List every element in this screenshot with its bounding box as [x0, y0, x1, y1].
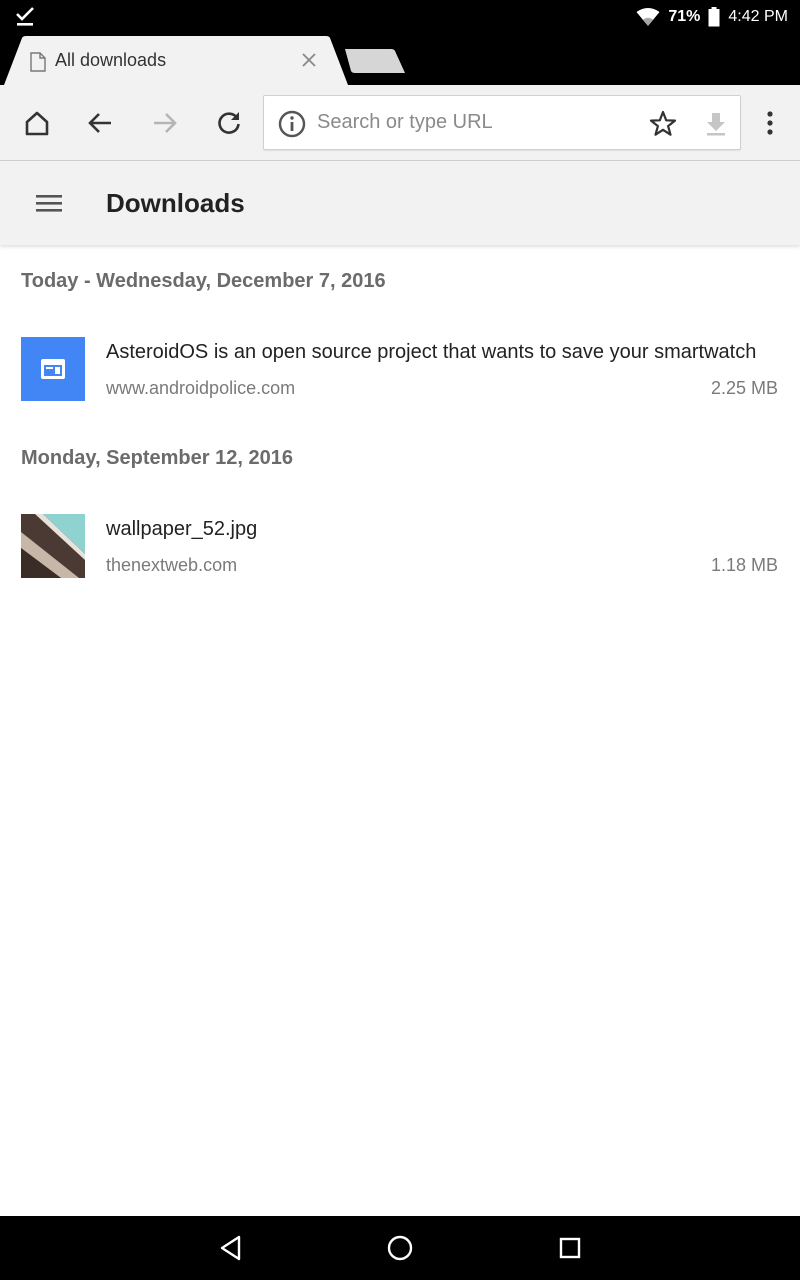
back-triangle-icon[interactable]	[215, 1232, 247, 1264]
download-size: 1.18 MB	[710, 555, 778, 575]
web-page-icon	[21, 337, 85, 401]
arrow-back-icon	[88, 113, 111, 133]
battery-percent: 71%	[668, 8, 701, 25]
status-bar: 71% 4:42 PM	[0, 0, 800, 35]
date-heading: Today - Wednesday, December 7, 2016	[21, 270, 386, 292]
download-source: thenextweb.com	[106, 555, 238, 575]
back-button[interactable]	[84, 107, 116, 139]
download-source: www.androidpolice.com	[106, 378, 296, 398]
tab-all-downloads[interactable]: All downloads	[4, 36, 350, 85]
new-tab-button[interactable]	[343, 47, 407, 75]
home-circle-icon[interactable]	[384, 1232, 416, 1264]
download-item[interactable]: wallpaper_52.jpg thenextweb.com 1.18 MB	[0, 514, 800, 590]
downloads-header: Downloads	[0, 161, 800, 245]
menu-icon[interactable]	[34, 189, 64, 217]
download-done-icon	[16, 7, 34, 26]
forward-button[interactable]	[149, 107, 181, 139]
download-size: 2.25 MB	[710, 378, 778, 398]
download-title: AsteroidOS is an open source project tha…	[106, 341, 757, 363]
download-page-icon[interactable]	[701, 109, 731, 139]
download-item[interactable]: AsteroidOS is an open source project tha…	[0, 337, 800, 413]
overflow-menu-icon[interactable]	[754, 107, 786, 139]
browser-toolbar: Search or type URL	[0, 85, 800, 161]
battery-icon	[708, 7, 720, 27]
home-button[interactable]	[21, 107, 53, 139]
bookmark-star-icon[interactable]	[648, 109, 678, 139]
download-title: wallpaper_52.jpg	[106, 518, 258, 540]
date-heading: Monday, September 12, 2016	[21, 447, 293, 469]
refresh-icon	[218, 112, 240, 134]
tab-strip: All downloads	[0, 35, 800, 85]
recents-square-icon[interactable]	[554, 1232, 586, 1264]
info-icon[interactable]	[277, 109, 307, 139]
omnibox[interactable]: Search or type URL	[263, 95, 741, 150]
document-icon	[30, 52, 46, 72]
home-icon	[25, 111, 49, 136]
arrow-forward-icon	[154, 113, 177, 133]
tab-title: All downloads	[55, 50, 167, 70]
wifi-icon	[636, 8, 660, 26]
image-thumbnail	[21, 514, 85, 578]
clock: 4:42 PM	[728, 8, 788, 25]
system-nav-bar	[0, 1216, 800, 1280]
search-input[interactable]: Search or type URL	[317, 111, 493, 134]
close-tab-icon[interactable]	[298, 49, 320, 71]
page-title: Downloads	[106, 188, 245, 218]
reload-button[interactable]	[213, 107, 245, 139]
